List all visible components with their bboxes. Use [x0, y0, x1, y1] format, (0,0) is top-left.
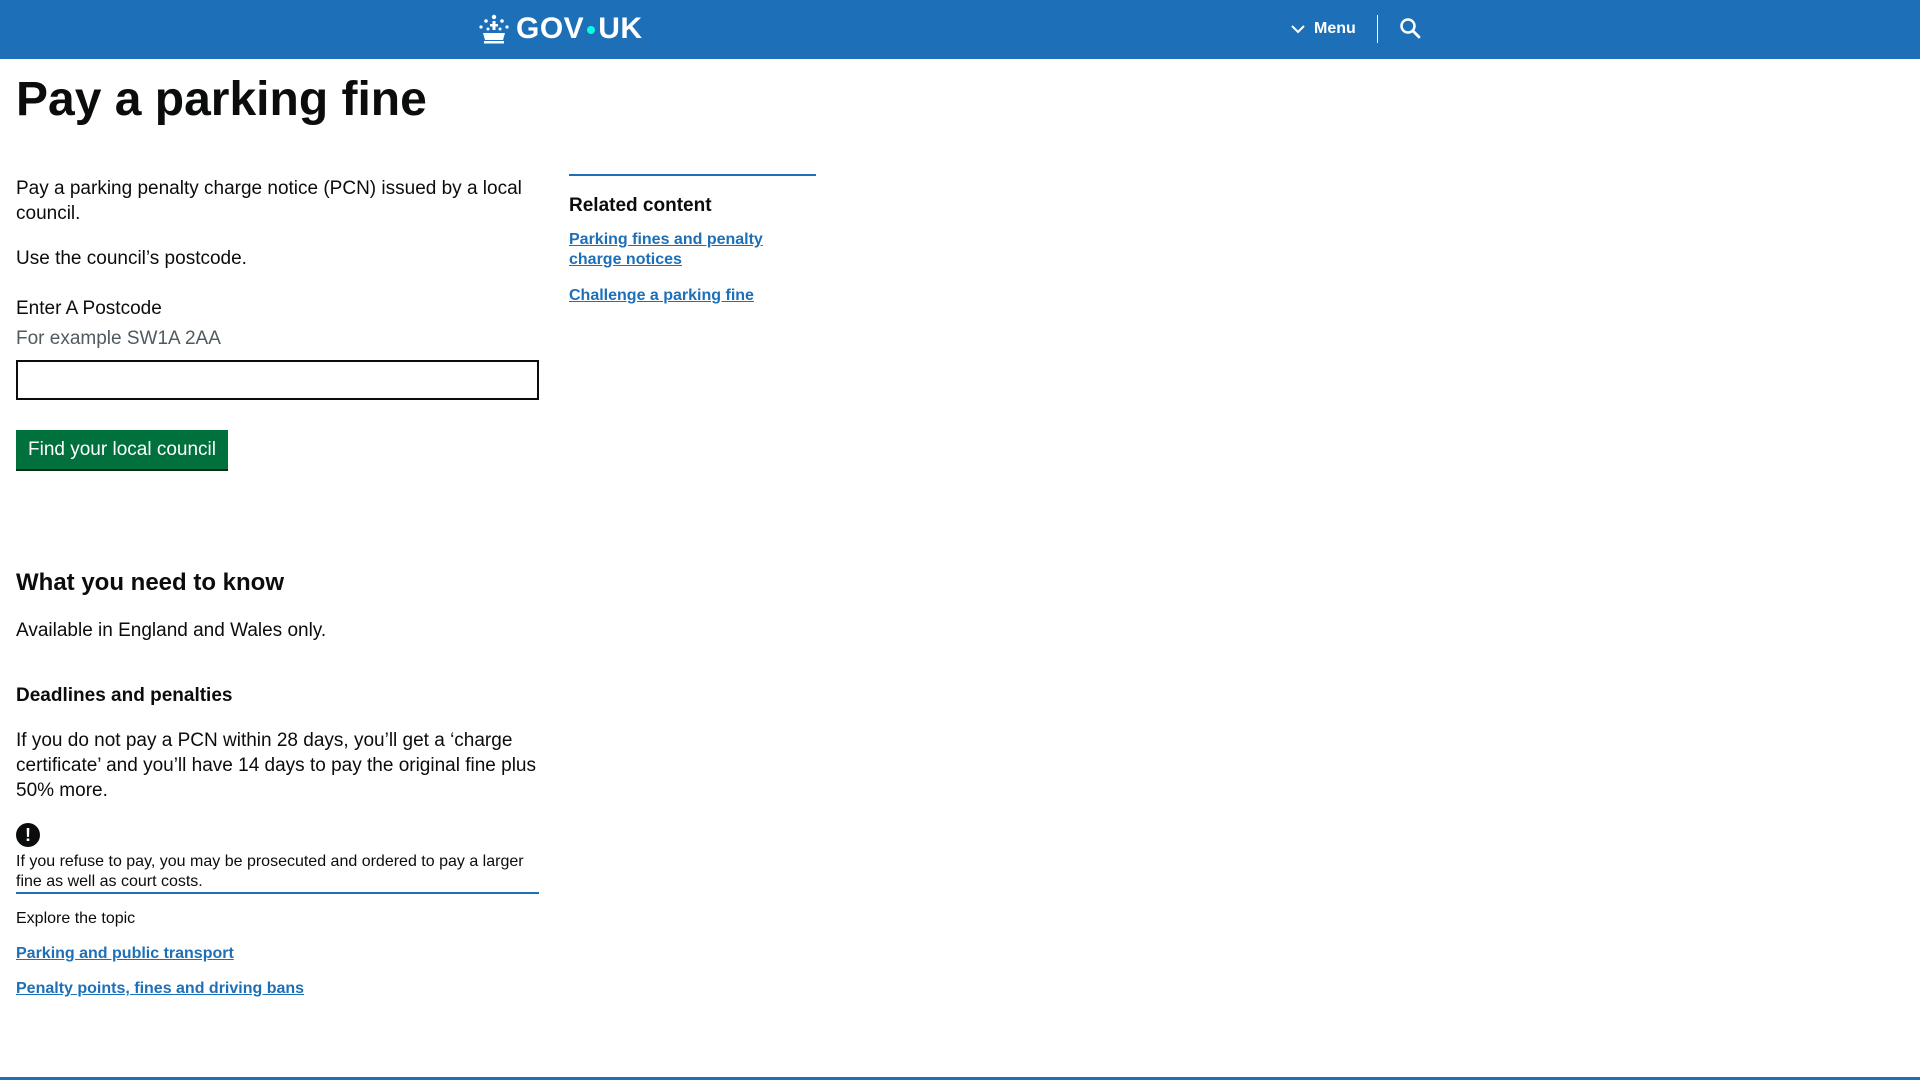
- explore-title: Explore the topic: [16, 910, 136, 927]
- intro-paragraph-1: Pay a parking penalty charge notice (PCN…: [16, 178, 522, 224]
- explore-link-penalty-points[interactable]: Penalty points, fines and driving bans: [16, 979, 304, 999]
- related-link-challenge-fine[interactable]: Challenge a parking fine: [569, 286, 816, 306]
- warning-icon: !: [16, 823, 40, 847]
- related-content: Related content Parking fines and penalt…: [569, 174, 816, 322]
- related-link-parking-fines[interactable]: Parking fines and penalty charge notices: [569, 230, 816, 270]
- availability-text: Available in England and Wales only.: [16, 620, 327, 641]
- intro-paragraph-2: Use the council’s postcode.: [16, 248, 247, 269]
- explore-divider: [16, 892, 539, 894]
- explore-links: Parking and public transport Penalty poi…: [16, 944, 304, 1014]
- warning-text: If you refuse to pay, you may be prosecu…: [16, 853, 524, 890]
- search-button[interactable]: [1396, 14, 1426, 44]
- intro: Pay a parking penalty charge notice (PCN…: [16, 176, 536, 291]
- postcode-hint: For example SW1A 2AA: [16, 328, 221, 349]
- menu-button[interactable]: Menu: [1290, 14, 1356, 44]
- crown-icon: [479, 14, 509, 44]
- deadlines-heading: Deadlines and penalties: [16, 685, 233, 706]
- logo-dot: [587, 26, 596, 34]
- postcode-label: Enter A Postcode: [16, 298, 162, 319]
- header-divider: [1377, 15, 1378, 43]
- search-icon: [1400, 18, 1421, 39]
- page-title: Pay a parking fine: [16, 73, 427, 126]
- deadlines-body: If you do not pay a PCN within 28 days, …: [16, 730, 536, 801]
- logo-text-gov: GOV: [516, 12, 585, 45]
- explore-link-parking-transport[interactable]: Parking and public transport: [16, 944, 304, 964]
- govuk-wordmark: GOV UK: [516, 12, 643, 46]
- site-header: GOV UK Menu: [0, 0, 1920, 59]
- need-to-know-heading: What you need to know: [16, 569, 284, 596]
- find-council-button[interactable]: Find your local council: [16, 430, 228, 469]
- govuk-logo-link[interactable]: GOV UK: [478, 11, 643, 47]
- postcode-input[interactable]: [16, 360, 539, 400]
- chevron-down-icon: [1291, 25, 1305, 34]
- menu-label: Menu: [1314, 20, 1356, 37]
- related-heading: Related content: [569, 195, 712, 216]
- logo-text-uk: UK: [598, 12, 643, 45]
